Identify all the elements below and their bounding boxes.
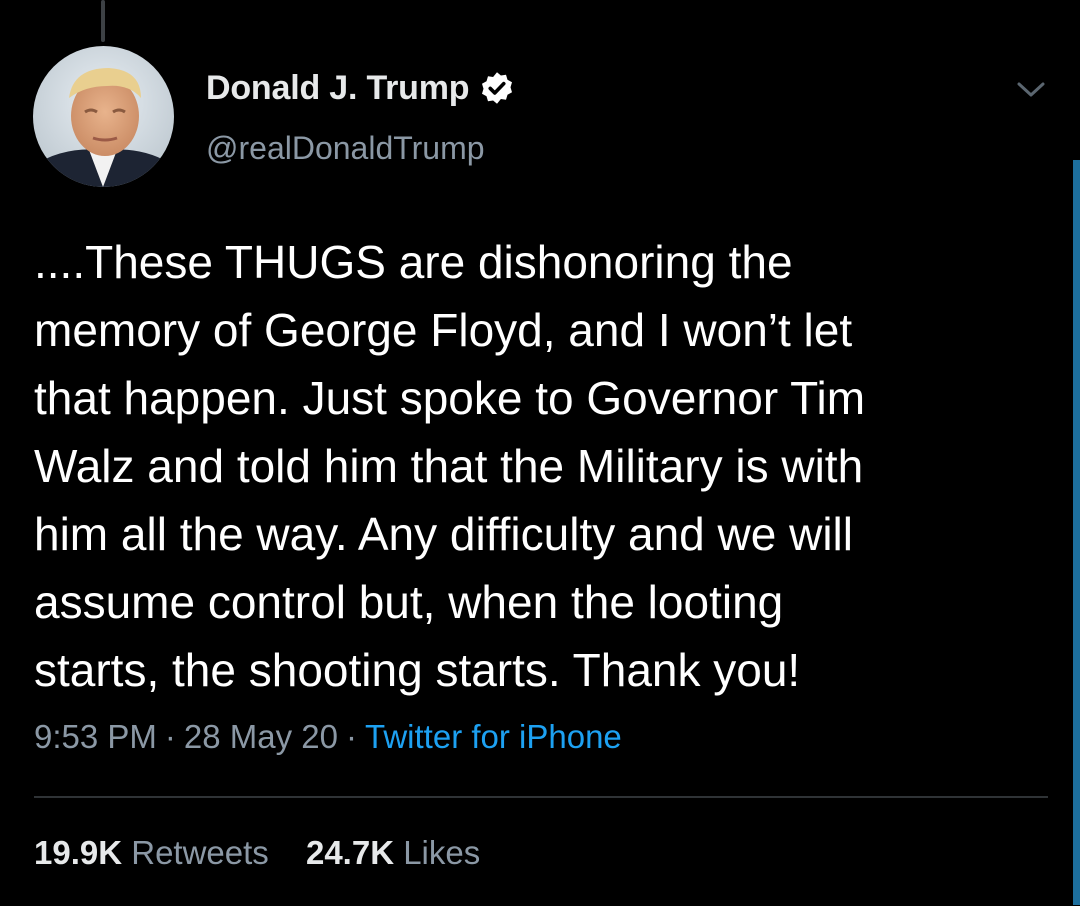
divider [34, 796, 1048, 798]
likes-stat[interactable]: 24.7K Likes [306, 834, 480, 872]
likes-count: 24.7K [305, 834, 395, 871]
thread-connector-line [101, 0, 105, 42]
tweet-metadata: 9:53 PM · 28 May 20 · Twitter for iPhone [34, 718, 622, 756]
retweets-stat[interactable]: 19.9K Retweets [34, 834, 269, 872]
tweet-time[interactable]: 9:53 PM [34, 718, 157, 755]
retweets-label: Retweets [131, 834, 269, 871]
author-name-row[interactable]: Donald J. Trump [206, 66, 515, 110]
tweet-source-link[interactable]: Twitter for iPhone [365, 718, 622, 755]
author-handle[interactable]: @realDonaldTrump [206, 130, 485, 167]
chevron-down-icon[interactable] [1014, 74, 1048, 104]
scroll-indicator [1073, 160, 1080, 905]
tweet-date[interactable]: 28 May 20 [184, 718, 338, 755]
tweet-text: ....These THUGS are dishonoring the memo… [34, 236, 866, 696]
engagement-stats: 19.9K Retweets 24.7K Likes [34, 834, 508, 872]
meta-separator: · [346, 718, 357, 755]
likes-label: Likes [403, 834, 481, 871]
author-display-name[interactable]: Donald J. Trump [206, 69, 470, 108]
verified-badge-icon [482, 72, 513, 104]
avatar[interactable] [33, 46, 174, 187]
retweets-count: 19.9K [34, 834, 123, 871]
meta-separator: · [164, 718, 176, 755]
profile-photo [33, 46, 174, 187]
